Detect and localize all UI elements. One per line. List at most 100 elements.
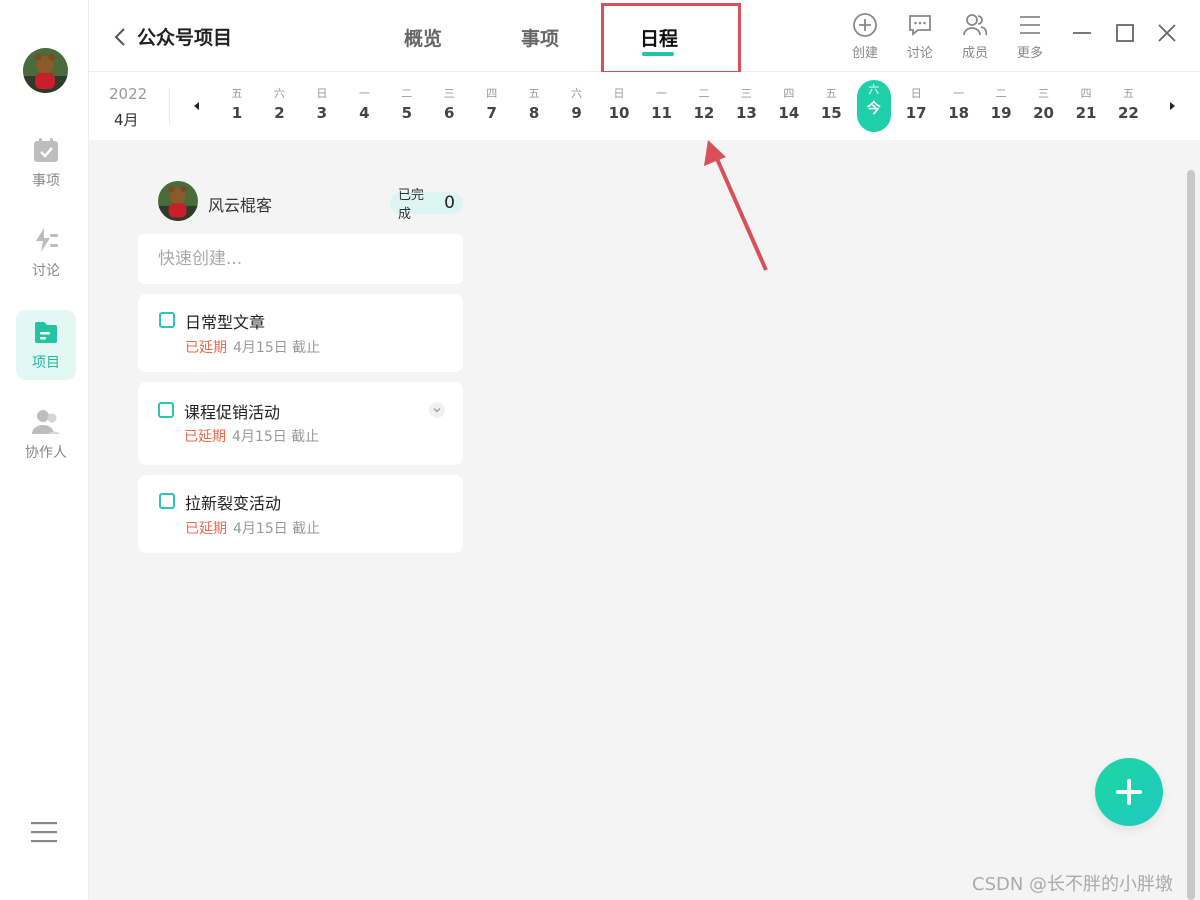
members-icon — [963, 14, 988, 36]
weekday-label: 五 — [1122, 87, 1134, 100]
task-checkbox[interactable] — [158, 402, 174, 418]
day-number: 13 — [735, 104, 757, 122]
members-button[interactable]: 成员 — [953, 12, 997, 61]
day-number: 5 — [401, 104, 413, 122]
task-meta: 已延期 4月15日 截止 — [185, 518, 320, 538]
tab-overview[interactable]: 概览 — [404, 24, 442, 51]
weekday-label: 六 — [571, 87, 583, 100]
day-cell[interactable]: 日 10 — [602, 84, 636, 132]
sidebar: 事项 讨论 项目 协作人 — [0, 0, 89, 900]
task-card[interactable]: 课程促销活动 已延期 4月15日 截止 — [138, 382, 463, 465]
chat-icon — [909, 15, 931, 36]
weekday-label: 二 — [401, 87, 413, 100]
day-cell[interactable]: 五8 — [517, 84, 551, 132]
day-number: 4 — [359, 104, 370, 122]
day-cell[interactable]: 三 20 — [1027, 84, 1061, 132]
day-number: 22 — [1118, 104, 1139, 122]
task-card[interactable]: 日常型文章 已延期 4月15日 截止 — [138, 294, 463, 372]
scrollbar[interactable] — [1187, 170, 1195, 900]
task-title: 日常型文章 — [185, 313, 266, 332]
sidebar-item-projects[interactable]: 项目 — [16, 310, 76, 380]
day-cell[interactable]: 三6 — [432, 84, 466, 132]
task-checkbox[interactable] — [159, 493, 175, 509]
quick-create-input[interactable] — [138, 234, 463, 284]
calendar-check-icon — [34, 138, 58, 162]
page-title: 公众号项目 — [137, 27, 233, 49]
expand-button[interactable] — [429, 402, 445, 418]
maximize-icon[interactable] — [1114, 22, 1136, 44]
sidebar-item-tasks[interactable]: 事项 — [16, 128, 76, 198]
weekday-label: 三 — [740, 87, 752, 100]
day-cell[interactable]: 六9 — [560, 84, 594, 132]
task-checkbox[interactable] — [159, 312, 175, 328]
day-cell[interactable]: 一4 — [347, 84, 381, 132]
header: 公众号项目 概览 事项 日程 创建 讨论 成员 更多 — [89, 0, 1200, 74]
back-arrow-icon[interactable] — [111, 26, 131, 48]
weekday-label: 四 — [1080, 87, 1092, 100]
day-cell[interactable]: 二5 — [390, 84, 424, 132]
overdue-status: 已延期 — [184, 429, 226, 445]
day-cell[interactable]: 五 15 — [814, 84, 848, 132]
day-number: 10 — [608, 104, 630, 122]
day-cell[interactable]: 三 13 — [729, 84, 763, 132]
avatar[interactable] — [158, 181, 198, 221]
folder-icon — [35, 322, 57, 343]
divider — [169, 88, 170, 124]
day-cell[interactable]: 一 11 — [645, 84, 679, 132]
day-number: 17 — [905, 104, 927, 122]
task-title: 拉新裂变活动 — [185, 494, 282, 513]
day-number: 1 — [231, 104, 243, 122]
weekday-label: 二 — [698, 87, 710, 100]
day-cell[interactable]: 六2 — [262, 84, 296, 132]
sidebar-item-label: 事项 — [32, 173, 60, 189]
create-button[interactable]: 创建 — [843, 12, 887, 61]
day-cell[interactable]: 二 12 — [687, 84, 721, 132]
day-number: 14 — [778, 104, 800, 122]
tool-label: 讨论 — [906, 46, 933, 61]
task-meta: 已延期 4月15日 截止 — [185, 337, 320, 357]
minimize-icon[interactable] — [1071, 22, 1093, 44]
day-cell[interactable]: 四 21 — [1069, 84, 1103, 132]
close-icon[interactable] — [1156, 22, 1178, 44]
discussion-button[interactable]: 讨论 — [898, 12, 942, 61]
day-cell[interactable]: 五 22 — [1111, 84, 1145, 132]
day-cell-today[interactable]: 六今 — [856, 80, 891, 132]
day-number: 19 — [990, 104, 1012, 122]
tool-label: 成员 — [961, 46, 988, 61]
day-cell[interactable]: 日 17 — [899, 84, 933, 132]
day-cell[interactable]: 二 19 — [984, 84, 1018, 132]
day-number: 18 — [948, 104, 970, 122]
tab-tasks[interactable]: 事项 — [521, 24, 559, 51]
add-floating-button[interactable] — [1095, 758, 1163, 826]
weekday-label: 日 — [613, 87, 625, 100]
due-date: 4月15日 截止 — [232, 429, 320, 445]
completed-count: 0 — [444, 193, 455, 213]
sidebar-item-discussion[interactable]: 讨论 — [16, 218, 76, 288]
overdue-status: 已延期 — [185, 521, 227, 537]
day-number: 今 — [866, 101, 881, 117]
more-button[interactable]: 更多 — [1008, 12, 1052, 61]
day-cell[interactable]: 四7 — [475, 84, 509, 132]
weekday-label: 日 — [910, 87, 922, 100]
tool-label: 创建 — [851, 46, 878, 61]
date-strip: 2022 4月 五 1 六 2 日 3 一 4 二 5 三 6 四 7 五 8 六 9 日 10 一 11 二 12 三 13 四 1… — [89, 72, 1200, 140]
plus-circle-icon — [853, 13, 877, 37]
day-cell[interactable]: 日3 — [305, 84, 339, 132]
task-meta: 已延期 4月15日 截止 — [184, 426, 319, 446]
task-card[interactable]: 拉新裂变活动 已延期 4月15日 截止 — [138, 475, 463, 553]
user-avatar[interactable] — [23, 48, 68, 93]
day-cell[interactable]: 五1 — [220, 84, 254, 132]
hamburger-menu-icon[interactable] — [31, 820, 57, 844]
day-number: 12 — [693, 104, 715, 122]
prev-week-icon[interactable] — [190, 99, 204, 113]
weekday-label: 五 — [528, 87, 540, 100]
completed-label: 已完成 — [398, 188, 425, 222]
completed-badge: 已完成 0 — [390, 188, 463, 222]
day-cell[interactable]: 一 18 — [942, 84, 976, 132]
day-cell[interactable]: 四 14 — [772, 84, 806, 132]
weekday-label: 四 — [486, 87, 498, 100]
sidebar-item-collaborators[interactable]: 协作人 — [16, 400, 76, 470]
next-week-icon[interactable] — [1165, 99, 1179, 113]
menu-icon — [1020, 16, 1040, 34]
weekday-label: 一 — [953, 87, 965, 100]
